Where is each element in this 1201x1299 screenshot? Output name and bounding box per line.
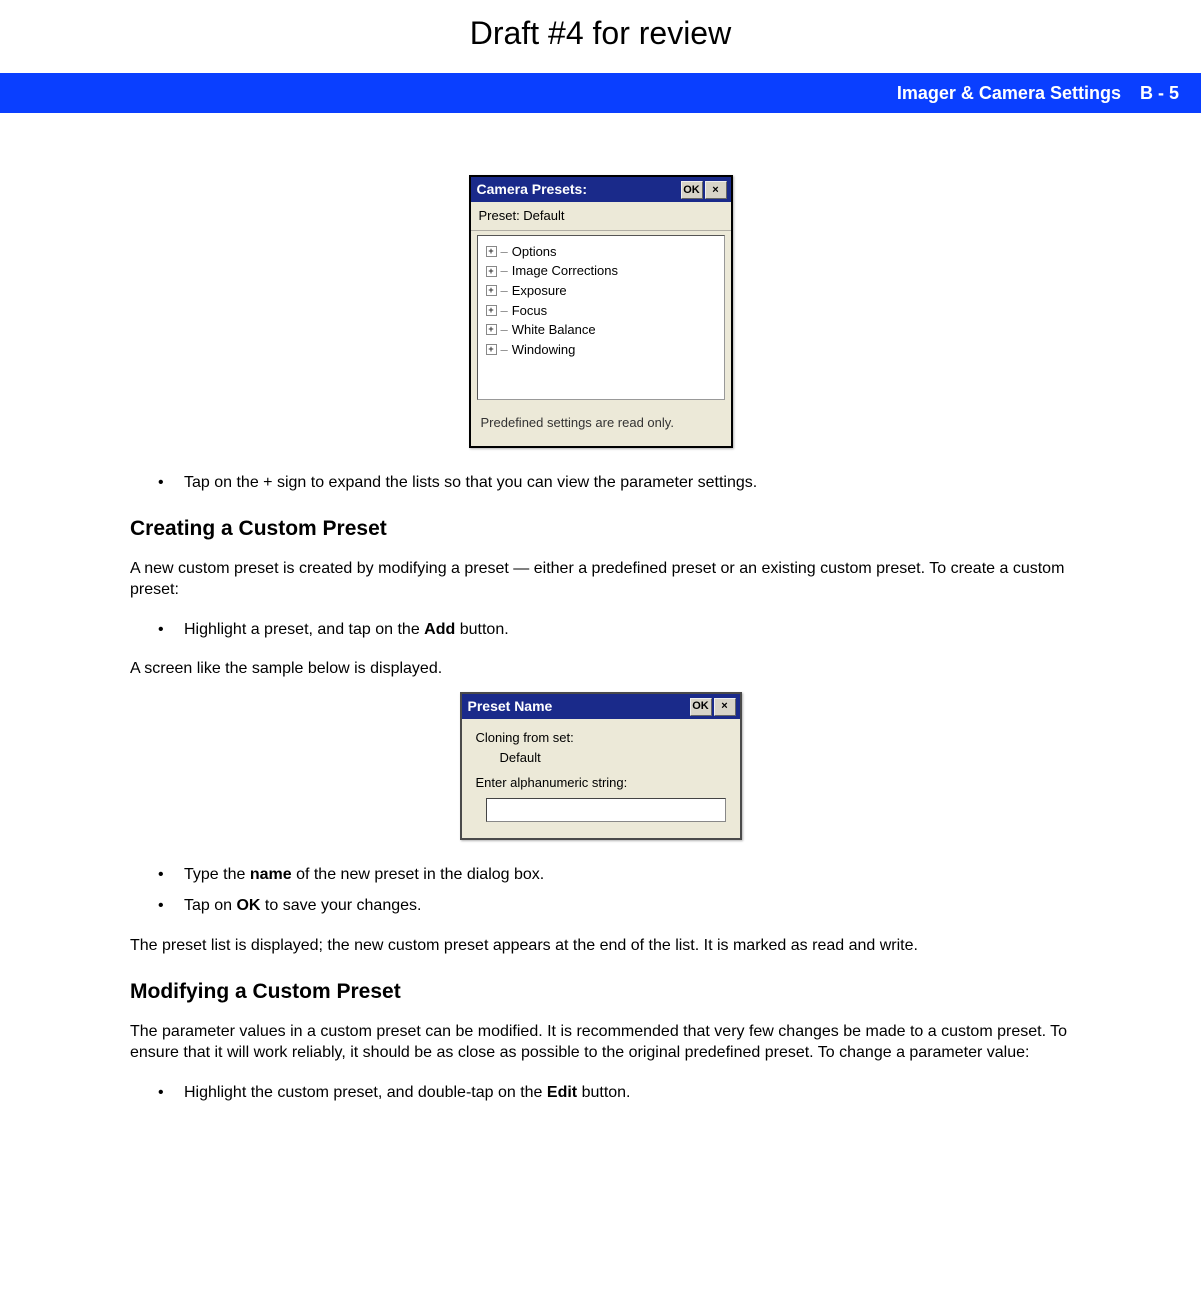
tree-label: Options <box>512 243 557 261</box>
expand-icon[interactable]: + <box>486 305 497 316</box>
dialog-title: Camera Presets: <box>477 180 588 199</box>
dialog-titlebar: Camera Presets: OK × <box>471 175 731 202</box>
text: button. <box>455 621 508 638</box>
tree-connector: – <box>501 262 508 280</box>
draft-title: Draft #4 for review <box>0 0 1201 73</box>
ok-button[interactable]: OK <box>690 698 712 716</box>
dialog-title: Preset Name <box>468 697 553 716</box>
tree-item[interactable]: +– Image Corrections <box>486 261 716 281</box>
tree-item[interactable]: +– Windowing <box>486 340 716 360</box>
expand-icon[interactable]: + <box>486 266 497 277</box>
preset-dropdown[interactable]: Preset: Default <box>471 202 731 231</box>
clone-label: Cloning from set: <box>476 729 728 747</box>
ok-button[interactable]: OK <box>681 181 703 199</box>
bullet-list: Highlight a preset, and tap on the Add b… <box>158 619 1071 641</box>
body-paragraph: The preset list is displayed; the new cu… <box>130 935 1071 957</box>
tree-connector: – <box>501 341 508 359</box>
list-item: Tap on the + sign to expand the lists so… <box>158 472 1071 494</box>
tree-label: Image Corrections <box>512 262 618 280</box>
tree-item[interactable]: +– Focus <box>486 301 716 321</box>
tree-label: White Balance <box>512 321 596 339</box>
clone-source: Default <box>476 749 728 767</box>
bullet-list: Tap on the + sign to expand the lists so… <box>158 472 1071 494</box>
tree-label: Exposure <box>512 282 567 300</box>
page-header-bar: Imager & Camera Settings B - 5 <box>0 73 1201 113</box>
close-button[interactable]: × <box>714 698 736 716</box>
tree-label: Windowing <box>512 341 576 359</box>
text: of the new preset in the dialog box. <box>292 866 545 883</box>
tree-label: Focus <box>512 302 547 320</box>
tree-view[interactable]: +– Options +– Image Corrections +– Expos… <box>477 235 725 400</box>
bullet-list: Type the name of the new preset in the d… <box>158 864 1071 917</box>
text: Highlight the custom preset, and double-… <box>184 1084 547 1101</box>
tree-item[interactable]: +– Options <box>486 242 716 262</box>
enter-string-label: Enter alphanumeric string: <box>476 774 728 792</box>
dialog-titlebar: Preset Name OK × <box>462 692 740 719</box>
figure-preset-name: Preset Name OK × Cloning from set: Defau… <box>130 692 1071 840</box>
header-section: Imager & Camera Settings <box>897 83 1121 103</box>
section-heading-modify: Modifying a Custom Preset <box>130 978 1071 1006</box>
figure-camera-presets: Camera Presets: OK × Preset: Default +– … <box>130 175 1071 447</box>
bold-text: OK <box>236 897 260 914</box>
tree-item[interactable]: +– Exposure <box>486 281 716 301</box>
section-heading-create: Creating a Custom Preset <box>130 515 1071 543</box>
tree-connector: – <box>501 302 508 320</box>
list-item: Type the name of the new preset in the d… <box>158 864 1071 886</box>
list-item: Highlight a preset, and tap on the Add b… <box>158 619 1071 641</box>
bold-text: Edit <box>547 1084 577 1101</box>
list-item: Highlight the custom preset, and double-… <box>158 1082 1071 1104</box>
camera-presets-dialog: Camera Presets: OK × Preset: Default +– … <box>469 175 733 447</box>
body-paragraph: The parameter values in a custom preset … <box>130 1021 1071 1064</box>
list-item: Tap on OK to save your changes. <box>158 895 1071 917</box>
body-paragraph: A new custom preset is created by modify… <box>130 558 1071 601</box>
preset-name-dialog: Preset Name OK × Cloning from set: Defau… <box>460 692 742 840</box>
expand-icon[interactable]: + <box>486 344 497 355</box>
tree-connector: – <box>501 243 508 261</box>
text: button. <box>577 1084 630 1101</box>
bold-text: Add <box>424 621 455 638</box>
text: Type the <box>184 866 250 883</box>
bullet-list: Highlight the custom preset, and double-… <box>158 1082 1071 1104</box>
expand-icon[interactable]: + <box>486 324 497 335</box>
expand-icon[interactable]: + <box>486 246 497 257</box>
text: Highlight a preset, and tap on the <box>184 621 424 638</box>
tree-connector: – <box>501 282 508 300</box>
readonly-note: Predefined settings are read only. <box>471 404 731 446</box>
bold-text: name <box>250 866 292 883</box>
close-button[interactable]: × <box>705 181 727 199</box>
preset-name-input[interactable] <box>486 798 726 822</box>
body-paragraph: A screen like the sample below is displa… <box>130 658 1071 680</box>
text: to save your changes. <box>260 897 421 914</box>
header-page-number: B - 5 <box>1140 83 1179 103</box>
tree-item[interactable]: +– White Balance <box>486 320 716 340</box>
text: Tap on <box>184 897 236 914</box>
tree-connector: – <box>501 321 508 339</box>
expand-icon[interactable]: + <box>486 285 497 296</box>
